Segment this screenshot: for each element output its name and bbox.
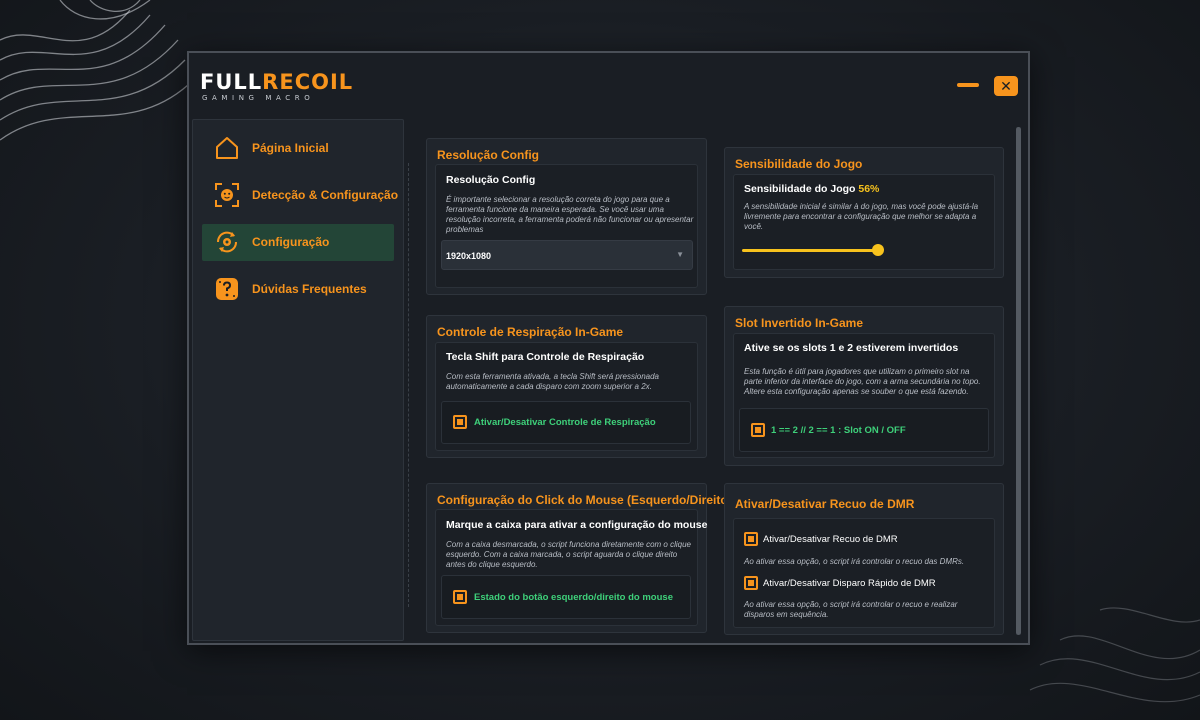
panel-title: Controle de Respiração In-Game <box>437 325 624 339</box>
sidebar-item-label: Página Inicial <box>252 141 329 155</box>
breath-option-label[interactable]: Ativar/Desativar Controle de Respiração <box>474 417 656 428</box>
panel-title: Sensibilidade do Jogo <box>735 157 863 171</box>
mouse-option: Estado do botão esquerdo/direito do mous… <box>441 575 691 619</box>
card-description: Com esta ferramenta ativada, a tecla Shi… <box>446 372 659 391</box>
sensitivity-card: Sensibilidade do Jogo 56% A sensibilidad… <box>733 174 995 270</box>
dmr-panel: Ativar/Desativar Recuo de DMR Ativar/Des… <box>724 483 1004 635</box>
panel-title: Configuração do Click do Mouse (Esquerdo… <box>437 493 732 507</box>
breath-control-panel: Controle de Respiração In-Game Tecla Shi… <box>426 315 707 458</box>
question-icon <box>216 278 238 300</box>
card-title: Tecla Shift para Controle de Respiração <box>446 351 645 363</box>
card-title: Marque a caixa para ativar a configuraçã… <box>446 519 708 531</box>
close-button[interactable]: ✕ <box>994 76 1018 96</box>
panel-title: Ativar/Desativar Recuo de DMR <box>735 497 915 511</box>
logo-title: FULLRECOIL <box>200 71 353 93</box>
logo-subtitle: GAMING MACRO <box>202 94 315 102</box>
sensitivity-slider[interactable] <box>742 244 884 256</box>
logo: FULLRECOIL GAMING MACRO <box>200 71 353 102</box>
face-scan-icon <box>215 183 239 207</box>
card-description: A sensibilidade inicial é similar à do j… <box>744 202 979 231</box>
home-icon <box>216 137 238 159</box>
select-value: 1920x1080 <box>446 251 492 261</box>
slider-handle[interactable] <box>872 244 884 256</box>
panel-title: Resolução Config <box>437 148 540 162</box>
slot-panel: Slot Invertido In-Game Ative se os slots… <box>724 306 1004 466</box>
dmr-card: Ativar/Desativar Recuo de DMR Ao ativar … <box>733 518 995 628</box>
breath-option: Ativar/Desativar Controle de Respiração <box>441 401 691 444</box>
logo-part-full: FULL <box>200 70 263 94</box>
panel-title: Slot Invertido In-Game <box>735 316 864 330</box>
card-title: Ative se os slots 1 e 2 estiverem invert… <box>744 342 959 354</box>
slot-option-label[interactable]: 1 == 2 // 2 == 1 : Slot ON / OFF <box>771 425 906 436</box>
dmr-rapid-fire-description: Ao ativar essa opção, o script irá contr… <box>744 600 958 619</box>
sidebar-item-detection[interactable]: Detecção & Configuração <box>202 177 398 214</box>
scrollbar-thumb[interactable] <box>1016 127 1021 635</box>
minimize-button[interactable] <box>957 83 979 87</box>
mouse-checkbox[interactable] <box>453 590 467 604</box>
logo-part-recoil: RECOIL <box>262 70 354 94</box>
sidebar-item-label: Detecção & Configuração <box>252 188 399 202</box>
dmr-rapid-fire-label[interactable]: Ativar/Desativar Disparo Rápido de DMR <box>763 578 936 589</box>
resolution-panel: Resolução Config Resolução Config É impo… <box>426 138 707 295</box>
dmr-recoil-checkbox[interactable] <box>744 532 758 546</box>
scrollbar[interactable] <box>1016 127 1021 635</box>
resolution-select[interactable]: 1920x1080 ▼ <box>441 240 693 270</box>
dmr-recoil-label[interactable]: Ativar/Desativar Recuo de DMR <box>763 534 898 545</box>
sensitivity-label: Sensibilidade do Jogo <box>744 183 856 195</box>
slot-option: 1 == 2 // 2 == 1 : Slot ON / OFF <box>739 408 989 452</box>
sidebar: Página Inicial Detecção & Configuração C… <box>192 119 404 641</box>
chevron-down-icon: ▼ <box>676 250 684 259</box>
breath-checkbox[interactable] <box>453 415 467 429</box>
mouse-click-panel: Configuração do Click do Mouse (Esquerdo… <box>426 483 732 633</box>
app-window: FULLRECOIL GAMING MACRO ✕ Página Inicial… <box>187 51 1030 645</box>
sidebar-item-label: Configuração <box>252 235 330 249</box>
sync-gear-icon <box>216 231 238 253</box>
card-description: Esta função é útil para jogadores que ut… <box>744 367 981 396</box>
card-description: Com a caixa desmarcada, o script funcion… <box>446 540 692 569</box>
sensitivity-value: 56% <box>858 183 880 195</box>
sidebar-item-faq[interactable]: Dúvidas Frequentes <box>202 271 394 308</box>
card-description: É importante selecionar a resolução corr… <box>446 195 694 234</box>
sensitivity-panel: Sensibilidade do Jogo Sensibilidade do J… <box>724 147 1004 278</box>
dmr-rapid-fire-checkbox[interactable] <box>744 576 758 590</box>
card-title: Resolução Config <box>446 174 536 186</box>
sidebar-item-configuration[interactable]: Configuração <box>202 224 394 261</box>
card-title: Sensibilidade do Jogo 56% <box>744 183 879 195</box>
slot-checkbox[interactable] <box>751 423 765 437</box>
mouse-option-label[interactable]: Estado do botão esquerdo/direito do mous… <box>474 592 673 603</box>
sidebar-item-home[interactable]: Página Inicial <box>202 130 394 167</box>
content-divider <box>408 163 409 607</box>
sidebar-item-label: Dúvidas Frequentes <box>252 282 367 296</box>
dmr-recoil-description: Ao ativar essa opção, o script irá contr… <box>744 557 965 566</box>
